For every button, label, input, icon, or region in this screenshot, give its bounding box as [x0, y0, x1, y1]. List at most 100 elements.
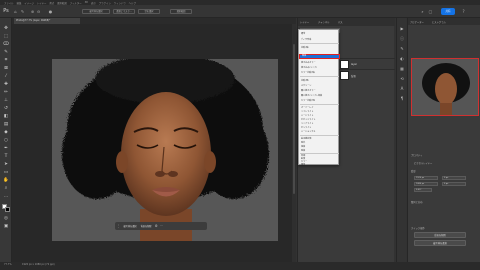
menu-plugins[interactable]: プラグイン: [99, 1, 111, 5]
clone-stamp-tool-icon[interactable]: ⊥: [3, 98, 9, 104]
select-subject-task-button[interactable]: 被写体を選択: [123, 224, 138, 228]
subtract-selection-icon[interactable]: ⊖: [36, 9, 41, 14]
tab-paths[interactable]: パス: [338, 20, 343, 24]
lasso-tool-icon[interactable]: ↀ: [3, 42, 9, 48]
dodge-tool-icon[interactable]: ○: [3, 138, 9, 144]
dropdown-item[interactable]: 除外: [301, 141, 305, 144]
add-selection-icon[interactable]: ⊕: [30, 9, 35, 14]
home-icon[interactable]: ⌂: [13, 9, 18, 14]
dropdown-item-selected[interactable]: 乗算: [299, 54, 340, 59]
tab-layers[interactable]: レイヤー: [300, 20, 309, 24]
quick-select-icon[interactable]: ✎: [20, 9, 25, 14]
remove-background-button[interactable]: 背景を削除: [414, 232, 466, 238]
settings-icon[interactable]: ⚙: [155, 224, 158, 228]
more-icon[interactable]: ⋯: [160, 224, 164, 228]
menu-edit[interactable]: 編集: [17, 1, 22, 5]
zoom-level[interactable]: 77.7%: [4, 263, 12, 266]
navigator-preview[interactable]: [411, 58, 479, 116]
tab-navigator[interactable]: ナビゲーター: [410, 20, 424, 24]
menu-layer[interactable]: レイヤー: [37, 1, 47, 5]
dropdown-item[interactable]: 焼き込み(リニア): [301, 66, 317, 69]
brush-tool-icon[interactable]: ✏: [3, 90, 9, 96]
dropdown-item[interactable]: ピンライト: [301, 126, 311, 129]
brush-size-icon[interactable]: ●: [48, 9, 53, 14]
dropdown-item[interactable]: 比較(暗): [301, 46, 309, 49]
dropdown-item[interactable]: 比較(明): [301, 79, 309, 82]
menu-image[interactable]: イメージ: [24, 1, 34, 5]
dropdown-item[interactable]: 通常: [301, 32, 305, 35]
document-canvas[interactable]: [52, 59, 278, 241]
x-field[interactable]: 0 px: [442, 176, 466, 180]
dropdown-item[interactable]: オーバーレイ: [301, 106, 313, 109]
shape-tool-icon[interactable]: ▭: [3, 170, 9, 176]
select-subject-button[interactable]: 被写体を選択: [414, 240, 466, 246]
eraser-tool-icon[interactable]: ◧: [3, 114, 9, 120]
remove-background-task-button[interactable]: 背景を削除: [140, 224, 153, 228]
dropdown-item[interactable]: ハードライト: [301, 114, 313, 117]
width-field[interactable]: 1920 px: [414, 176, 438, 180]
menu-help[interactable]: ヘルプ: [129, 1, 136, 5]
y-field[interactable]: 0 px: [442, 182, 466, 186]
marquee-tool-icon[interactable]: ⬚: [3, 34, 9, 40]
gradient-tool-icon[interactable]: ▤: [3, 122, 9, 128]
history-icon[interactable]: ⟲: [399, 76, 405, 82]
menu-filter[interactable]: フィルター: [70, 1, 82, 5]
dropdown-item[interactable]: 焼き込みカラー: [301, 61, 316, 64]
info-icon[interactable]: ⓘ: [399, 36, 405, 42]
pen-tool-icon[interactable]: ✒: [3, 146, 9, 152]
menu-type[interactable]: 書式: [49, 1, 54, 5]
frame-tool-icon[interactable]: ⊠: [3, 66, 9, 72]
healing-brush-tool-icon[interactable]: ✚: [3, 82, 9, 88]
screen-mode-icon[interactable]: ▣: [3, 224, 9, 230]
workspace-icon[interactable]: ▢: [428, 9, 433, 14]
drag-handle-icon[interactable]: ⋮: [117, 224, 121, 228]
dropdown-item[interactable]: ビビッドライト: [301, 118, 316, 121]
history-brush-tool-icon[interactable]: ↺: [3, 106, 9, 112]
hand-tool-icon[interactable]: ✋: [3, 178, 9, 184]
menu-window[interactable]: ウィンドウ: [114, 1, 126, 5]
path-select-tool-icon[interactable]: ➤: [3, 162, 9, 168]
menu-3d[interactable]: 3D: [85, 1, 88, 4]
help-icon[interactable]: ?: [461, 9, 466, 14]
quick-mask-icon[interactable]: ◎: [3, 216, 9, 222]
menu-select[interactable]: 選択範囲: [57, 1, 67, 5]
search-icon[interactable]: ⌕: [420, 9, 425, 14]
quick-select-tool-icon[interactable]: ✎: [3, 50, 9, 56]
tab-histogram[interactable]: ヒストグラム: [432, 20, 446, 24]
dropdown-item[interactable]: ソフトライト: [301, 110, 313, 113]
dropdown-item[interactable]: カラー比較(明): [301, 99, 315, 102]
dropdown-item[interactable]: 覆い焼き(リニア)-加算: [301, 94, 322, 97]
select-sky-button[interactable]: 空を選択: [138, 9, 160, 14]
paragraph-icon[interactable]: ¶: [399, 96, 405, 102]
dropdown-item[interactable]: ハードミックス: [301, 130, 315, 133]
vertical-scrollbar[interactable]: [292, 24, 296, 262]
dropdown-item[interactable]: 減算: [301, 145, 305, 148]
blur-tool-icon[interactable]: ◆: [3, 130, 9, 136]
share-button[interactable]: 共有: [441, 8, 455, 15]
swatches-icon[interactable]: ▦: [399, 66, 405, 72]
eyedropper-tool-icon[interactable]: ⁄: [3, 74, 9, 80]
dropdown-item[interactable]: 輝度: [301, 163, 305, 166]
selection-button[interactable]: 選択範囲: [170, 9, 192, 14]
play-icon[interactable]: ▶: [399, 26, 405, 32]
dropdown-item[interactable]: ディザ合成: [301, 38, 311, 41]
more-tools-icon[interactable]: …: [3, 194, 9, 200]
select-and-mask-button[interactable]: 選択とマスク...: [113, 9, 135, 14]
dropdown-item[interactable]: カラー比較(暗): [301, 71, 315, 74]
brush-settings-icon[interactable]: ✎: [399, 46, 405, 52]
tab-channels[interactable]: チャンネル: [318, 20, 329, 24]
character-icon[interactable]: A: [399, 86, 405, 92]
scrollbar-thumb[interactable]: [293, 44, 295, 194]
angle-field[interactable]: 0.00°: [414, 188, 432, 192]
move-tool-icon[interactable]: ✥: [3, 26, 9, 32]
dropdown-item[interactable]: スクリーン: [301, 84, 311, 87]
type-tool-icon[interactable]: T: [3, 154, 9, 160]
height-field[interactable]: 1080 px: [414, 182, 438, 186]
adjust-icon[interactable]: ◐: [399, 56, 405, 62]
dropdown-item[interactable]: 除算: [301, 149, 305, 152]
select-subject-button[interactable]: 被写体を選択: [82, 9, 110, 14]
crop-tool-icon[interactable]: ⌗: [3, 58, 9, 64]
document-info[interactable]: 1920 px x 1080 px (72 ppi): [22, 263, 55, 266]
menu-file[interactable]: ファイル: [4, 1, 14, 5]
zoom-tool-icon[interactable]: ⌕: [3, 186, 9, 192]
